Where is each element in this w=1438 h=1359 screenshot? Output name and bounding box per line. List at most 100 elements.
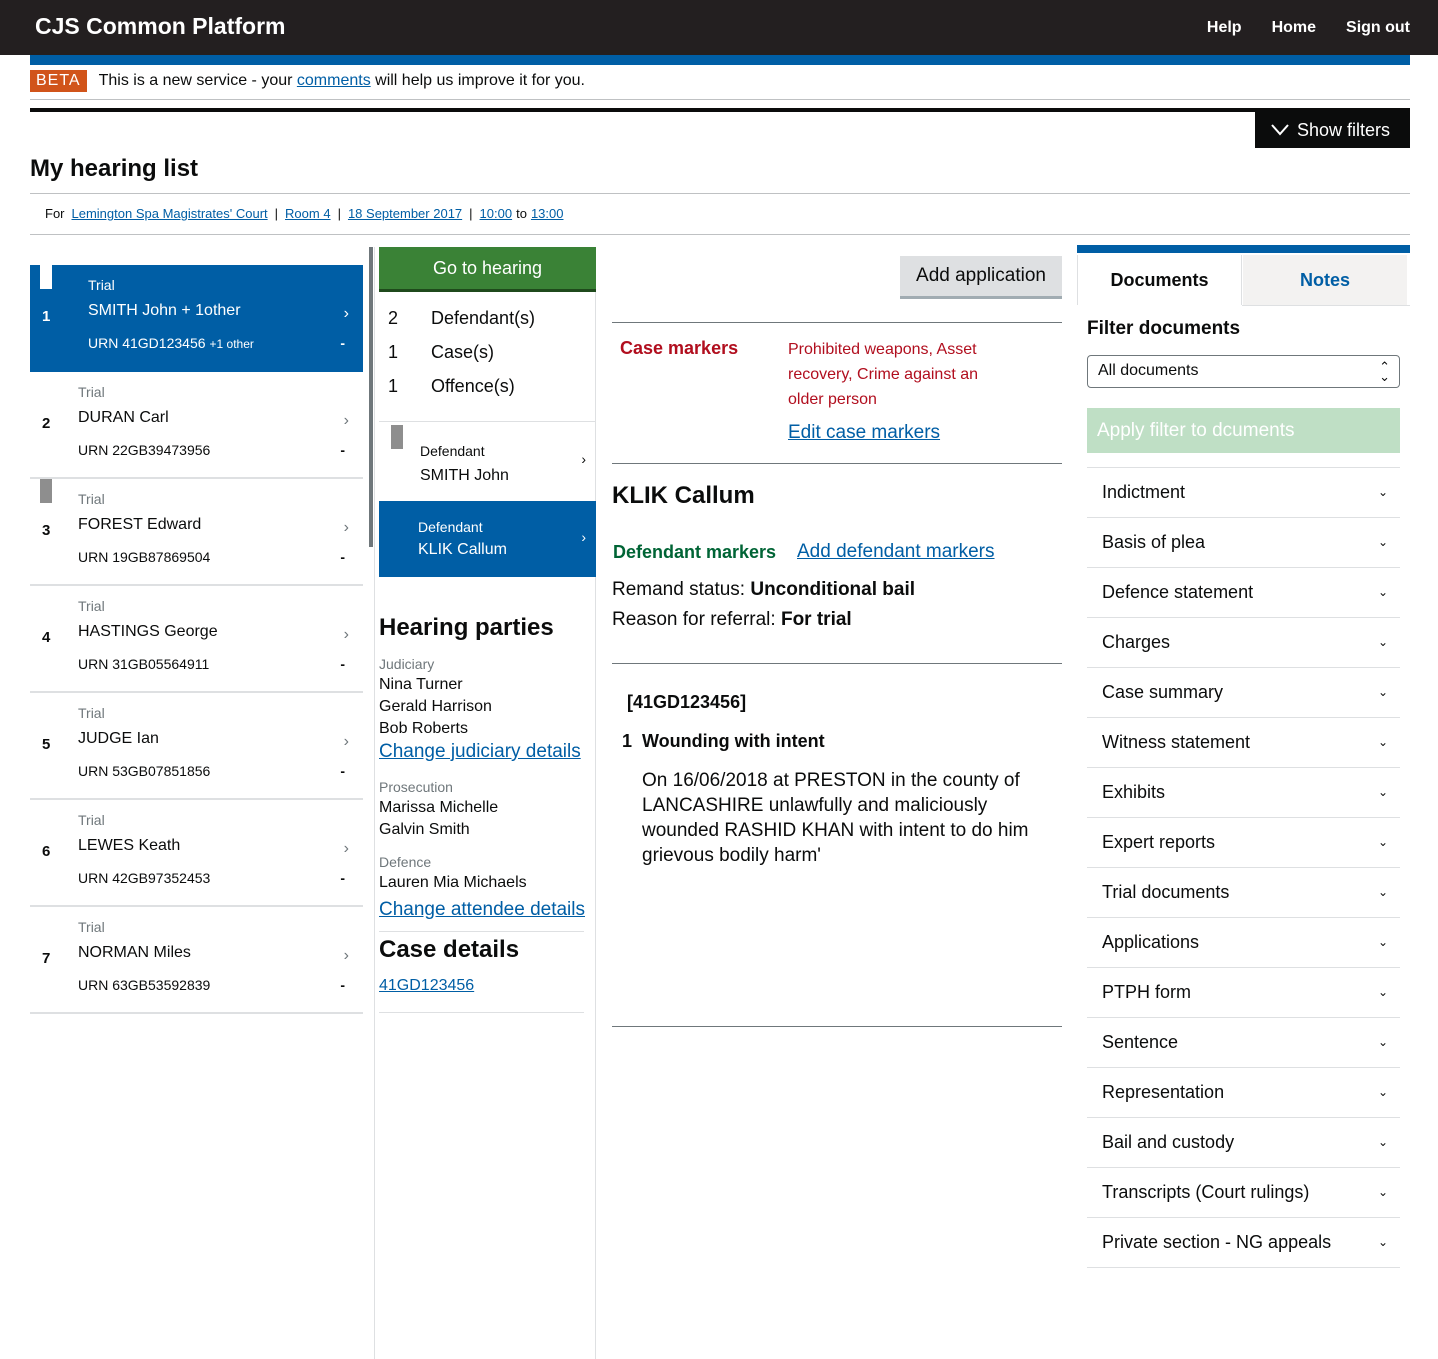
document-category-item[interactable]: Witness statement ⌄: [1087, 718, 1400, 768]
urn-extra: +1 other: [209, 337, 254, 351]
court-link[interactable]: Lemington Spa Magistrates' Court: [72, 206, 268, 221]
document-category-item[interactable]: Applications ⌄: [1087, 918, 1400, 968]
hearing-number: 3: [42, 522, 51, 539]
document-category-item[interactable]: PTPH form ⌄: [1087, 968, 1400, 1018]
change-attendee-link[interactable]: Change attendee details: [379, 899, 585, 921]
hearing-urn: URN 53GB07851856: [78, 763, 211, 779]
divider: [379, 931, 584, 932]
document-category-item[interactable]: Charges ⌄: [1087, 618, 1400, 668]
hearing-name: FOREST Edward: [78, 516, 202, 533]
chevron-right-icon: ›: [581, 451, 586, 467]
chevron-down-icon: ⌄: [1377, 885, 1388, 899]
document-filter-select[interactable]: All documents ⌃ ⌄: [1087, 355, 1400, 388]
filter-documents-title: Filter documents: [1087, 318, 1241, 339]
chevron-down-icon: ⌄: [1377, 735, 1388, 749]
count-label: Offence(s): [431, 375, 515, 396]
document-category-item[interactable]: Expert reports ⌄: [1087, 818, 1400, 868]
hearing-item[interactable]: Trial 7 NORMAN Miles URN 63GB53592839 › …: [30, 907, 363, 1014]
hearing-number: 7: [42, 950, 51, 967]
divider: [1242, 305, 1410, 306]
document-category-label: Private section - NG appeals: [1102, 1232, 1332, 1252]
beta-text-after: will help us improve it for you.: [370, 72, 585, 89]
defendant-card[interactable]: Defendant SMITH John ›: [379, 423, 596, 499]
case-link[interactable]: 41GD123456: [379, 977, 474, 995]
remand-label: Remand status:: [612, 579, 746, 600]
hearing-item[interactable]: Trial 6 LEWES Keath URN 42GB97352453 › -: [30, 800, 363, 907]
chevron-down-icon: ⌄: [1377, 535, 1388, 549]
document-category-item[interactable]: Sentence ⌄: [1087, 1018, 1400, 1068]
hearing-list-scrollbar[interactable]: [369, 247, 373, 547]
case-markers-value: Prohibited weapons, Asset recovery, Crim…: [788, 341, 978, 408]
divider: [30, 99, 1410, 100]
document-category-item[interactable]: Private section - NG appeals ⌄: [1087, 1218, 1400, 1268]
defendant-card-selected[interactable]: Defendant KLIK Callum ›: [379, 501, 596, 577]
divider: [379, 1012, 584, 1013]
add-application-button[interactable]: Add application: [900, 256, 1062, 299]
document-category-item[interactable]: Defence statement ⌄: [1087, 568, 1400, 618]
hearing-context: For Lemington Spa Magistrates' Court | R…: [45, 206, 563, 221]
document-category-item[interactable]: Indictment ⌄: [1087, 468, 1400, 518]
document-category-item[interactable]: Basis of plea ⌄: [1087, 518, 1400, 568]
room-link[interactable]: Room 4: [285, 206, 331, 221]
defence-member: Lauren Mia Michaels: [379, 874, 527, 891]
document-category-item[interactable]: Bail and custody ⌄: [1087, 1118, 1400, 1168]
end-time-link[interactable]: 13:00: [531, 206, 564, 221]
chevron-down-icon: ⌄: [1377, 1185, 1388, 1199]
hearing-dash: -: [340, 763, 345, 779]
chevron-right-icon: ›: [343, 305, 349, 322]
count-number: 2: [388, 307, 399, 328]
hearing-parties-title: Hearing parties: [379, 614, 554, 641]
hearing-urn: URN 19GB87869504: [78, 549, 211, 565]
chevron-down-icon: ⌄: [1377, 1035, 1388, 1049]
go-to-hearing-button[interactable]: Go to hearing: [379, 247, 596, 292]
document-list: Indictment ⌄ Basis of plea ⌄ Defence state…: [1087, 467, 1400, 1268]
document-category-label: Sentence: [1102, 1032, 1179, 1052]
document-category-item[interactable]: Transcripts (Court rulings) ⌄: [1087, 1168, 1400, 1218]
document-category-item[interactable]: Trial documents ⌄: [1087, 868, 1400, 918]
change-judiciary-link[interactable]: Change judiciary details: [379, 741, 581, 763]
document-category-item[interactable]: Representation ⌄: [1087, 1068, 1400, 1118]
hearing-dash: -: [340, 442, 345, 458]
hearing-item[interactable]: Trial 3 FOREST Edward URN 19GB87869504 ›…: [30, 479, 363, 586]
count-number: 1: [388, 375, 399, 396]
hearing-item[interactable]: Trial 4 HASTINGS George URN 31GB05564911…: [30, 586, 363, 693]
nav-home-link[interactable]: Home: [1272, 19, 1316, 37]
edit-case-markers-link[interactable]: Edit case markers: [788, 422, 940, 444]
document-category-label: Charges: [1102, 632, 1171, 652]
apply-filter-button[interactable]: Apply filter to dcuments: [1087, 408, 1400, 453]
show-filters-button[interactable]: Show filters: [1255, 112, 1410, 148]
comments-link[interactable]: comments: [297, 72, 371, 90]
case-details-title: Case details: [379, 936, 520, 963]
document-category-label: Case summary: [1102, 682, 1224, 702]
brand-title[interactable]: CJS Common Platform: [35, 13, 285, 40]
nav-help-link[interactable]: Help: [1207, 19, 1242, 37]
document-category-label: Defence statement: [1102, 582, 1254, 602]
divider: [30, 108, 1410, 112]
hearing-counts: 2 Defendant(s) 1 Case(s) 1 Offence(s): [379, 292, 596, 422]
hearing-number: 6: [42, 843, 51, 860]
count-row: 1 Offence(s): [379, 369, 596, 403]
start-time-link[interactable]: 10:00: [480, 206, 513, 221]
date-link[interactable]: 18 September 2017: [348, 206, 462, 221]
document-category-item[interactable]: Case summary ⌄: [1087, 668, 1400, 718]
hearing-item[interactable]: Trial 2 DURAN Carl URN 22GB39473956 › -: [30, 372, 363, 479]
add-defendant-markers-link[interactable]: Add defendant markers: [797, 541, 995, 563]
chevron-down-icon: ⌄: [1377, 935, 1388, 949]
judiciary-member: Nina Turner: [379, 676, 463, 693]
context-separator: |: [469, 206, 473, 221]
nav-sign-out-link[interactable]: Sign out: [1346, 19, 1410, 37]
document-category-item[interactable]: Exhibits ⌄: [1087, 768, 1400, 818]
hearing-item[interactable]: Trial 5 JUDGE Ian URN 53GB07851856 › -: [30, 693, 363, 800]
hearing-type: Trial: [88, 277, 115, 293]
referral-reason: Reason for referral: For trial: [612, 609, 852, 631]
hearing-dash: -: [340, 656, 345, 672]
hearing-type: Trial: [78, 598, 105, 614]
tab-documents[interactable]: Documents: [1077, 255, 1242, 305]
document-category-label: Transcripts (Court rulings): [1102, 1182, 1310, 1202]
offence-description: On 16/06/2018 at PRESTON in the county o…: [642, 770, 1029, 866]
show-filters-label: Show filters: [1297, 119, 1391, 140]
tab-notes[interactable]: Notes: [1243, 255, 1407, 305]
prosecution-member: Marissa Michelle: [379, 799, 499, 816]
beta-text-before: This is a new service - your: [98, 72, 297, 89]
hearing-item[interactable]: Trial 1 SMITH John + 1other URN 41GD1234…: [30, 265, 363, 372]
